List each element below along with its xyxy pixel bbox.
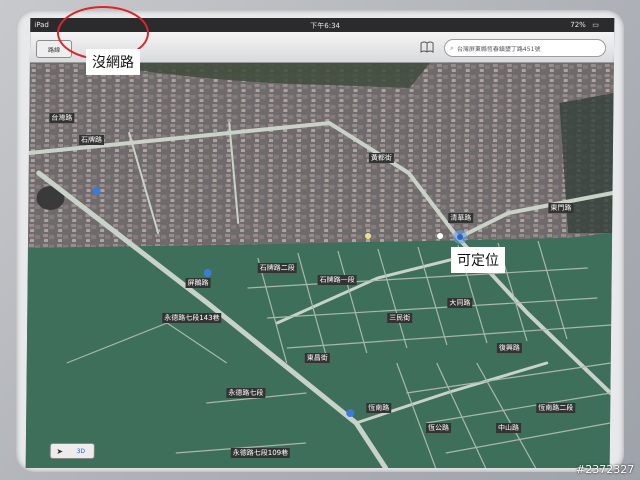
street-label-layer: 台灣路 石牌路 黃都街 清華路 石牌路一段 石牌路二段 屏鵝路 永德路七段143… — [26, 63, 614, 468]
battery-level: 72% — [570, 21, 586, 29]
directions-label: 路線 — [47, 46, 61, 54]
street-label: 東門路 — [548, 203, 574, 213]
street-label: 石牌路一段 — [317, 275, 357, 285]
street-label: 黃都街 — [368, 153, 394, 163]
annotation-can-locate: 可定位 — [451, 247, 505, 273]
location-arrow-icon: ➤ — [56, 446, 64, 456]
street-label: 屏鵝路 — [185, 278, 211, 288]
3d-button[interactable]: 3D — [67, 443, 95, 459]
street-label: 恆公路 — [426, 423, 452, 433]
street-label: 中山路 — [496, 423, 522, 433]
street-label: 石牌路 — [79, 135, 105, 145]
street-label: 永德路七段 — [226, 388, 266, 398]
street-label: 復興路 — [496, 343, 522, 353]
street-label: 恆南路 — [366, 403, 392, 413]
3d-label: 3D — [76, 447, 86, 455]
street-label: 台灣路 — [49, 113, 75, 123]
annotation-no-network: 沒網路 — [86, 49, 140, 75]
street-label: 三民街 — [387, 313, 413, 323]
street-label: 大同路 — [447, 298, 473, 308]
search-icon: ⌕ — [450, 43, 455, 52]
street-label: 石牌路二段 — [257, 263, 297, 273]
ipad-screen: iPad 下午6:34 72% ▭ 路線 ⌕ 台灣屏東縣恆春鎮墾丁路451號 台… — [25, 18, 615, 468]
status-time: 下午6:34 — [310, 22, 341, 30]
map-view[interactable]: 台灣路 石牌路 黃都街 清華路 石牌路一段 石牌路二段 屏鵝路 永德路七段143… — [25, 63, 614, 468]
battery-icon: ▭ — [592, 21, 599, 29]
street-label: 恆南路二段 — [536, 403, 576, 413]
street-label: 清華路 — [448, 213, 474, 223]
search-input[interactable]: ⌕ 台灣屏東縣恆春鎮墾丁路451號 — [443, 39, 607, 57]
street-label: 永德路七段109巷 — [230, 448, 291, 458]
device-name: iPad — [34, 21, 49, 29]
street-label: 東昌街 — [304, 353, 330, 363]
search-value: 台灣屏東縣恆春鎮墾丁路451號 — [456, 45, 541, 53]
watermark: #2372327 — [576, 463, 635, 476]
street-label: 永德路七段143巷 — [162, 313, 222, 323]
book-icon[interactable] — [420, 41, 434, 53]
